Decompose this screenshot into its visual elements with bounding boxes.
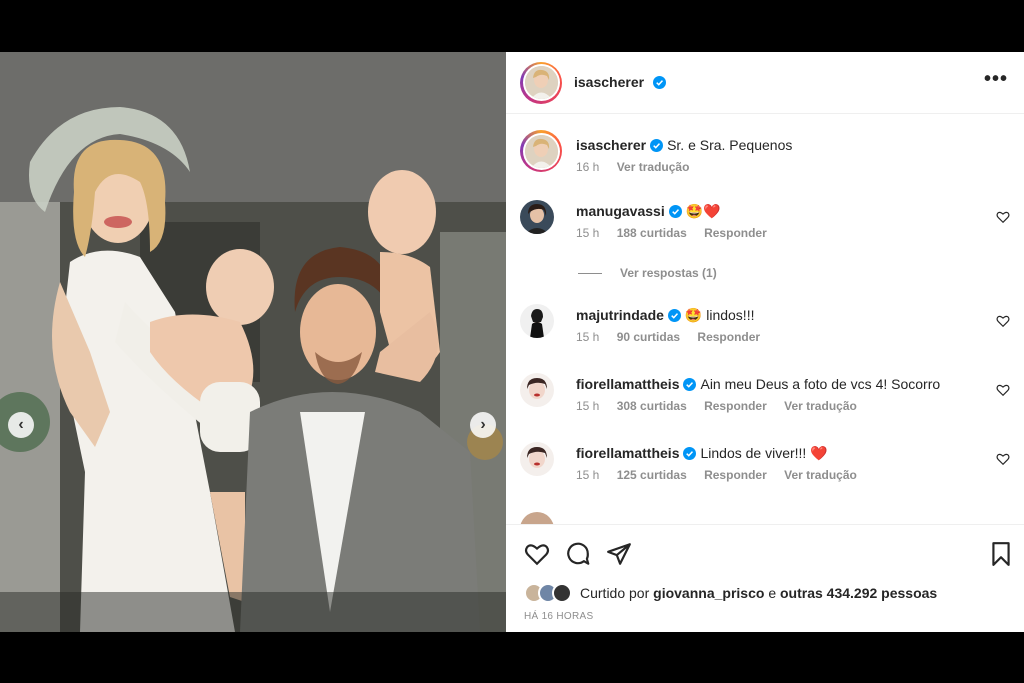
liked-others[interactable]: outras 434.292 pessoas [780, 585, 937, 601]
heart-icon[interactable] [996, 383, 1010, 397]
comment-likes[interactable]: 308 curtidas [617, 399, 687, 413]
comment-time: 15 h [576, 330, 600, 344]
reply-button[interactable]: Responder [704, 399, 767, 413]
author-avatar[interactable] [520, 61, 562, 104]
chevron-right-icon[interactable]: › [470, 412, 496, 438]
comment-username[interactable]: fiorellamattheis [576, 445, 679, 461]
author-username[interactable]: isascherer [574, 74, 644, 90]
liked-mid: e [768, 585, 777, 601]
commenter-avatar[interactable] [520, 512, 554, 524]
verified-icon [650, 139, 664, 152]
liker-avatar [552, 583, 572, 603]
caption-translate-link[interactable]: Ver tradução [617, 160, 690, 174]
translate-link[interactable]: Ver tradução [784, 399, 857, 413]
comment-meta: 15 h 308 curtidas Responder Ver tradução [576, 399, 871, 413]
comment-meta: 15 h 90 curtidas Responder [576, 330, 774, 344]
comment-likes[interactable]: 90 curtidas [617, 330, 680, 344]
caption-text: Sr. e Sra. Pequenos [667, 137, 793, 153]
verified-icon [683, 378, 697, 391]
share-icon[interactable] [606, 541, 632, 567]
comment-text: 🤩❤️ [685, 203, 721, 219]
caption-body: isascherer Sr. e Sra. Pequenos [576, 136, 976, 154]
comment-username[interactable]: fiorellamattheis [576, 376, 679, 392]
post-panel: isascherer ••• isascherer Sr. e Sra. Pequ… [506, 52, 1024, 632]
heart-icon[interactable] [996, 314, 1010, 328]
verified-icon [683, 447, 697, 460]
bookmark-icon[interactable] [988, 541, 1014, 567]
caption-meta: 16 h Ver tradução [576, 160, 703, 174]
comment-likes[interactable]: 125 curtidas [617, 468, 687, 482]
verified-icon [667, 309, 681, 322]
comment-meta: 15 h 188 curtidas Responder [576, 226, 781, 240]
comment-time: 15 h [576, 226, 600, 240]
comment-likes[interactable]: 188 curtidas [617, 226, 687, 240]
post-actions: Curtido por giovanna_prisco e outras 434… [506, 524, 1024, 632]
heart-icon[interactable] [996, 210, 1010, 224]
heart-icon[interactable] [996, 452, 1010, 466]
liked-prefix: Curtido por [580, 585, 650, 601]
comment-text: Ain meu Deus a foto de vcs 4! Socorro [700, 376, 941, 392]
commenter-avatar[interactable] [520, 442, 554, 476]
verified-icon [668, 205, 682, 218]
reply-button[interactable]: Responder [704, 468, 767, 482]
view-replies-button[interactable]: Ver respostas (1) [578, 266, 717, 280]
post-timestamp: HÁ 16 HORAS [524, 611, 594, 622]
commenter-avatar[interactable] [520, 304, 554, 338]
divider [578, 272, 602, 274]
more-icon[interactable]: ••• [984, 69, 1008, 89]
comment-text: Lindos de viver!!! ❤️ [700, 445, 828, 461]
caption-time: 16 h [576, 160, 600, 174]
verified-icon [652, 75, 666, 89]
family-photo-illustration [0, 52, 506, 632]
chevron-left-icon[interactable]: ‹ [8, 412, 34, 438]
comment-time: 15 h [576, 399, 600, 413]
comment-username[interactable]: manugavassi [576, 203, 665, 219]
comment-icon[interactable] [565, 541, 591, 567]
post-photo[interactable]: ‹ › [0, 52, 506, 632]
heart-icon[interactable] [524, 541, 550, 567]
comments-list: isascherer Sr. e Sra. Pequenos 16 h Ver t… [506, 114, 1024, 524]
screen: ‹ › isascherer ••• isascherer Sr. e Sra.… [0, 0, 1024, 683]
translate-link[interactable]: Ver tradução [784, 468, 857, 482]
caption-avatar[interactable] [520, 130, 562, 172]
liked-by-text[interactable]: Curtido por giovanna_prisco e outras 434… [580, 585, 937, 601]
reply-button[interactable]: Responder [704, 226, 767, 240]
comment-username[interactable]: majutrindade [576, 307, 664, 323]
likes-summary: Curtido por giovanna_prisco e outras 434… [524, 583, 937, 603]
commenter-avatar[interactable] [520, 373, 554, 407]
comment-meta: 15 h 125 curtidas Responder Ver tradução [576, 468, 871, 482]
view-replies-label: Ver respostas (1) [620, 266, 717, 280]
comment-time: 15 h [576, 468, 600, 482]
caption-username[interactable]: isascherer [576, 137, 646, 153]
commenter-avatar[interactable] [520, 200, 554, 234]
post-header: isascherer ••• [506, 52, 1024, 114]
liked-user[interactable]: giovanna_prisco [653, 585, 764, 601]
reply-button[interactable]: Responder [697, 330, 760, 344]
comment-text: 🤩 lindos!!! [684, 307, 755, 323]
